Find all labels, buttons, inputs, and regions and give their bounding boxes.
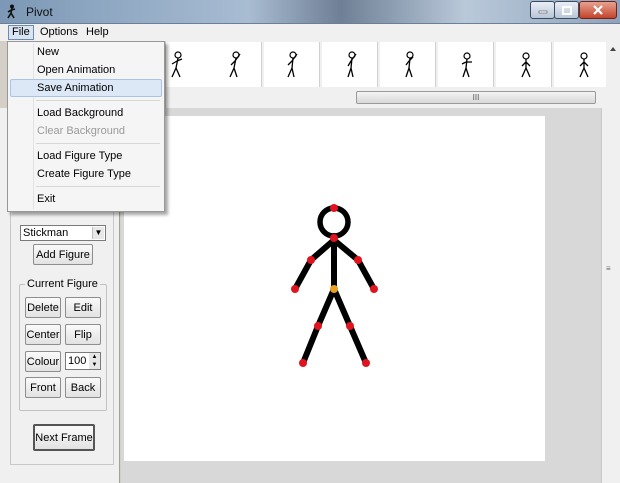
stickman-app-icon [7,4,16,19]
stickman-frame-icon [287,51,298,78]
animation-canvas[interactable] [124,116,545,461]
scroll-grip-icon[interactable]: ≡ [606,264,614,273]
joint-handle[interactable] [330,204,338,212]
menu-item-save-animation[interactable]: Save Animation [10,79,162,97]
figure-type-value: Stickman [23,227,69,239]
stepper-up-icon[interactable]: ▲ [89,353,100,361]
menu-item-create-figure-type[interactable]: Create Figure Type [10,165,162,183]
figure-type-select[interactable]: Stickman ▼ [20,225,106,241]
joint-handle[interactable] [370,285,378,293]
stickman-frame-icon [405,51,414,78]
frames-strip [166,41,610,88]
frame-thumbnail[interactable] [380,42,436,87]
frame-thumbnail[interactable] [554,42,610,87]
frame-thumbnail[interactable] [322,42,378,87]
stickman-frame-icon [229,51,241,78]
center-button[interactable]: Center [25,324,61,345]
menu-item-load-figure-type[interactable]: Load Figure Type [10,147,162,165]
canvas-vertical-scrollbar[interactable]: ≡ [601,108,620,483]
joint-handle[interactable] [314,322,322,330]
minimize-button[interactable] [530,1,555,19]
joint-handle[interactable] [346,322,354,330]
minimize-icon [538,10,547,14]
chevron-down-icon: ▼ [92,227,104,239]
back-button[interactable]: Back [65,377,101,398]
menu-help[interactable]: Help [82,25,113,40]
stickman-figure[interactable] [124,116,545,461]
menu-item-clear-background: Clear Background [37,125,126,137]
colour-stepper[interactable]: 100 ▲ ▼ [65,352,101,370]
front-button[interactable]: Front [25,377,61,398]
file-menu-dropdown: New Open Animation Save Animation Load B… [7,41,165,212]
close-button[interactable] [579,1,617,19]
menu-separator [36,143,160,144]
menu-item-new[interactable]: New [10,43,162,61]
colour-button[interactable]: Colour [25,351,61,372]
window-title: Pivot [26,5,53,19]
frames-horizontal-scrollbar[interactable]: III [166,88,606,108]
center-joint-handle[interactable] [330,285,338,293]
joint-handle[interactable] [299,359,307,367]
stepper-down-icon[interactable]: ▼ [89,361,100,369]
menu-options[interactable]: Options [36,25,82,40]
scroll-up-icon [610,47,616,51]
menu-item-exit[interactable]: Exit [10,190,162,208]
colour-stepper-value: 100 [68,355,87,367]
stickman-joints[interactable] [291,204,378,367]
delete-button[interactable]: Delete [25,297,61,318]
current-figure-label: Current Figure [25,278,100,290]
joint-handle[interactable] [307,256,315,264]
stickman-frame-icon [579,52,589,78]
scroll-thumb[interactable]: III [356,91,596,104]
frame-thumbnail[interactable] [496,42,552,87]
menu-file[interactable]: File [8,25,34,40]
menu-item-open-animation[interactable]: Open Animation [10,61,162,79]
next-frame-button[interactable]: Next Frame [33,424,95,451]
frames-vertical-scrollbar[interactable] [606,41,620,108]
stickman-frame-icon [521,52,531,78]
menu-bar: File Options Help [0,24,620,41]
menu-item-load-background[interactable]: Load Background [10,104,162,122]
menu-separator [36,100,160,101]
flip-button[interactable]: Flip [65,324,101,345]
close-icon [593,5,603,15]
joint-handle[interactable] [330,234,338,242]
joint-handle[interactable] [291,285,299,293]
frame-thumbnail[interactable] [206,42,262,87]
maximize-button[interactable] [554,1,579,19]
joint-handle[interactable] [362,359,370,367]
stickman-frame-icon [461,52,472,78]
frame-thumbnail[interactable] [264,42,320,87]
stickman-frame-icon [347,51,357,78]
joint-handle[interactable] [354,256,362,264]
frame-thumbnail[interactable] [438,42,494,87]
menu-separator [36,186,160,187]
maximize-icon [561,5,572,15]
edit-button[interactable]: Edit [65,297,101,318]
title-bar: Pivot [0,0,620,24]
add-figure-button[interactable]: Add Figure [33,244,93,265]
